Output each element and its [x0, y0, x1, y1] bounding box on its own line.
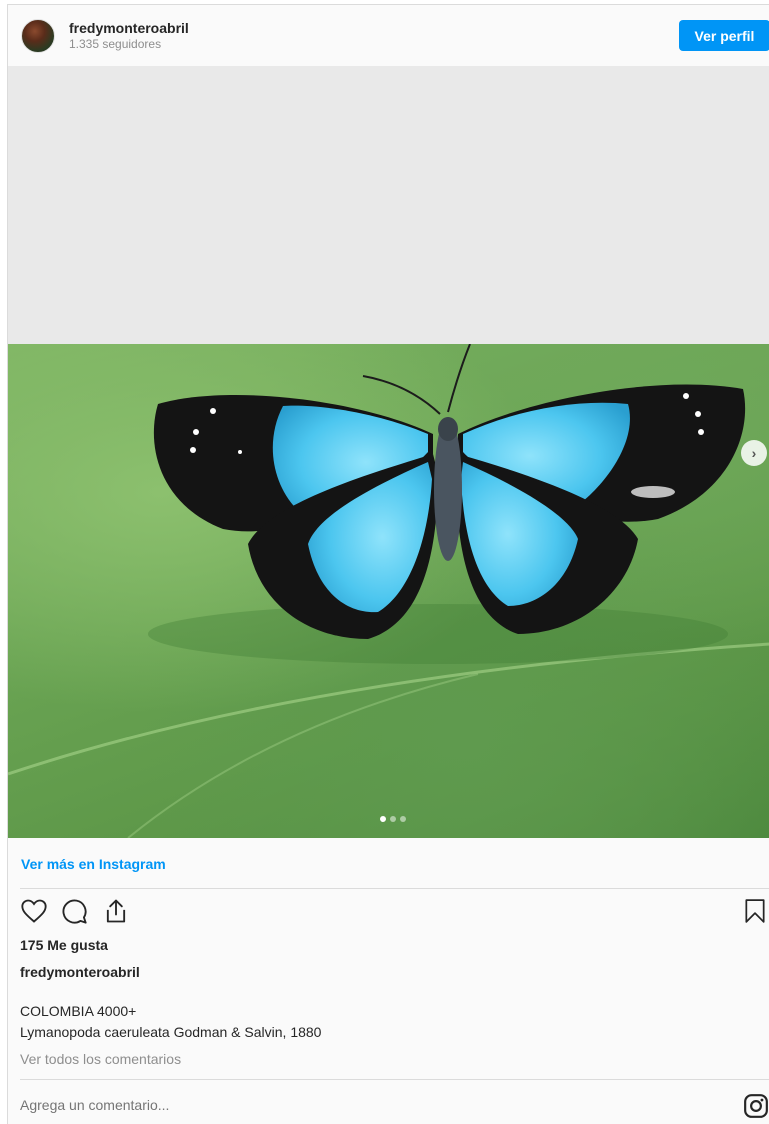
username[interactable]: fredymonteroabril — [69, 20, 189, 37]
instagram-embed: fredymonteroabril 1.335 seguidores Ver p… — [7, 4, 769, 1124]
chevron-right-icon: › — [751, 445, 757, 461]
carousel-dot — [400, 816, 406, 822]
share-icon[interactable] — [102, 897, 130, 925]
view-profile-button[interactable]: Ver perfil — [679, 20, 769, 51]
butterfly-illustration — [8, 344, 769, 838]
comment-input[interactable] — [20, 1097, 720, 1113]
user-block: fredymonteroabril 1.335 seguidores — [69, 20, 189, 51]
carousel-dot — [380, 816, 386, 822]
caption-username[interactable]: fredymonteroabril — [20, 964, 140, 980]
avatar[interactable] — [21, 19, 55, 53]
carousel-next-button[interactable]: › — [741, 440, 767, 466]
post-photo[interactable]: › — [8, 344, 769, 838]
post-header: fredymonteroabril 1.335 seguidores Ver p… — [8, 5, 769, 66]
like-count[interactable]: 175 Me gusta — [20, 937, 108, 953]
follower-count: 1.335 seguidores — [69, 37, 162, 51]
action-bar — [20, 897, 769, 927]
view-more-link[interactable]: Ver más en Instagram — [21, 856, 166, 872]
caption-text: Lymanopoda caeruleata Godman & Salvin, 1… — [20, 1024, 322, 1040]
view-all-comments-link[interactable]: Ver todos los comentarios — [20, 1051, 181, 1067]
carousel-indicator — [380, 816, 406, 822]
heart-icon[interactable] — [20, 897, 48, 925]
carousel-dot — [390, 816, 396, 822]
media-placeholder — [8, 66, 769, 344]
bookmark-icon[interactable] — [742, 897, 768, 925]
caption-text: COLOMBIA 4000+ — [20, 1003, 137, 1019]
comment-icon[interactable] — [60, 897, 88, 925]
divider — [20, 1079, 769, 1080]
divider — [20, 888, 769, 889]
instagram-logo-icon[interactable] — [743, 1093, 769, 1119]
